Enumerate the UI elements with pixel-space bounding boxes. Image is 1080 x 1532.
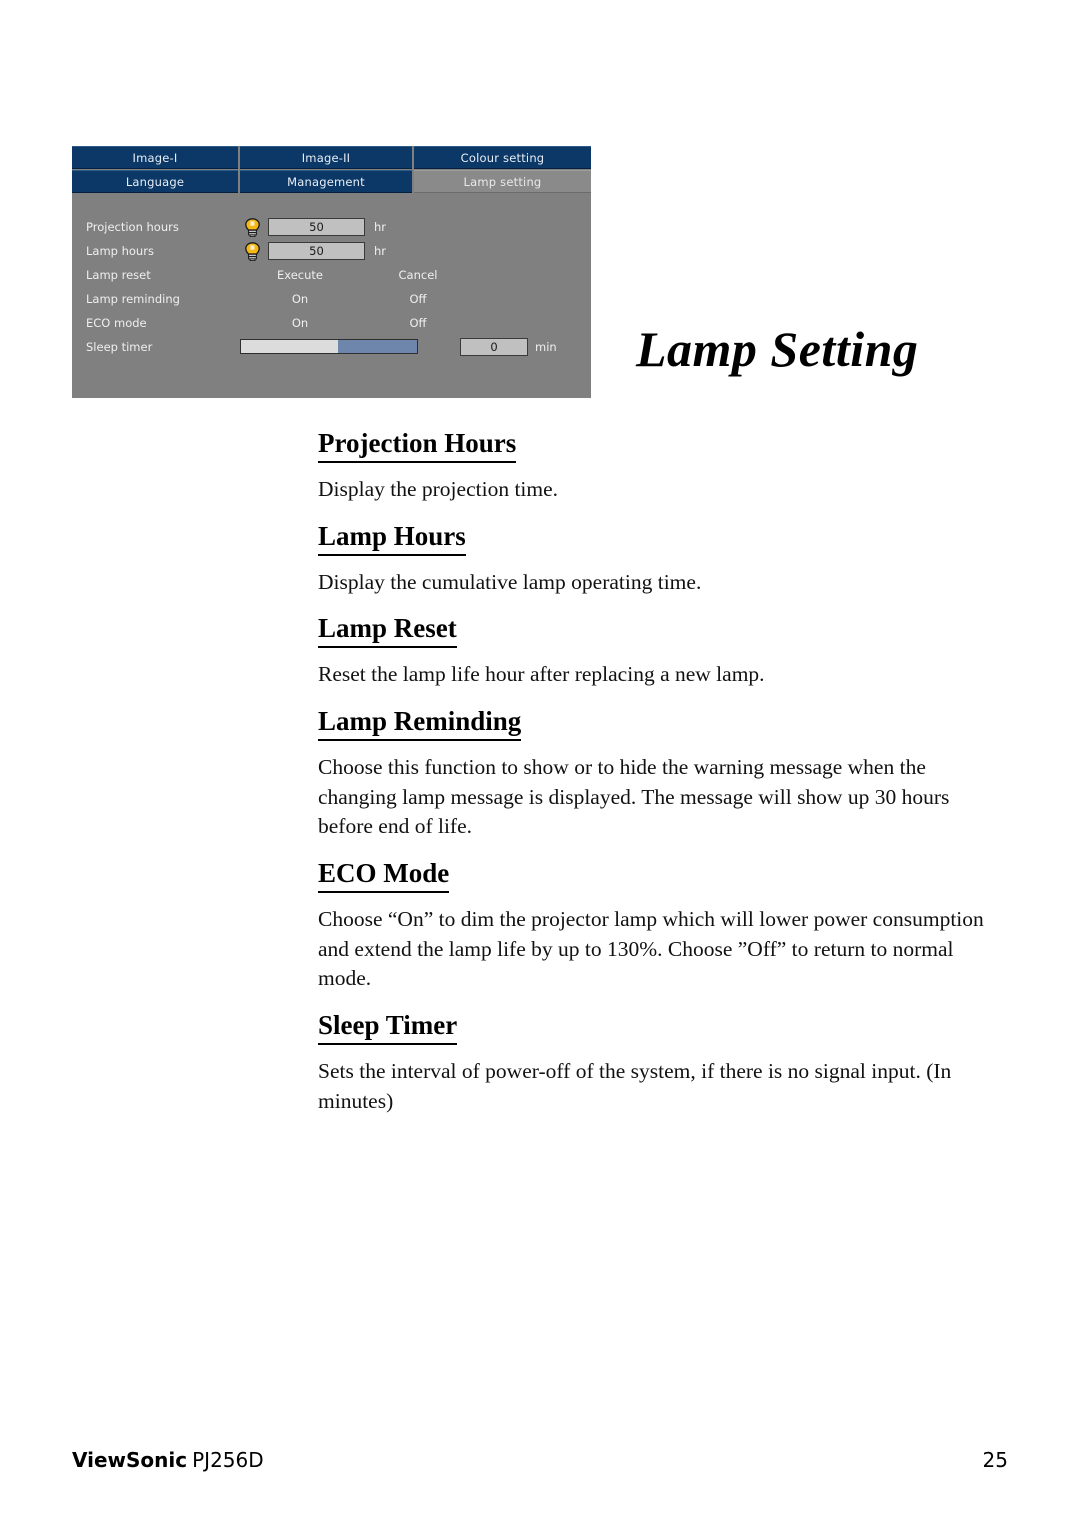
article-body: Projection Hours Display the projection … [318, 428, 1008, 1133]
osd-label-sleep-timer: Sleep timer [86, 340, 153, 354]
section-paragraph: Choose this function to show or to hide … [318, 755, 950, 839]
section-heading: ECO Mode [318, 858, 450, 894]
section-sleep-timer: Sleep Timer Sets the interval of power-o… [318, 1010, 1008, 1116]
osd-settings-panel: Projection hours 50 hr Lamp hours 50 hr … [72, 193, 591, 398]
section-projection-hours: Projection Hours Display the projection … [318, 428, 1008, 505]
tab-management[interactable]: Management [240, 170, 412, 193]
brand-name: ViewSonic [72, 1448, 188, 1472]
section-paragraph: Reset the lamp life hour after replacing… [318, 662, 765, 687]
osd-label-lamp-hours: Lamp hours [86, 244, 154, 258]
osd-label-lamp-reminding: Lamp reminding [86, 292, 180, 306]
osd-unit-lamp-hours: hr [374, 244, 387, 258]
lamp-bulb-icon [244, 242, 261, 262]
page-title: Lamp Setting [636, 321, 919, 377]
section-heading: Projection Hours [318, 428, 517, 464]
osd-menu-screenshot: Image-I Image-II Colour setting Language… [72, 146, 591, 398]
section-paragraph: Display the projection time. [318, 477, 559, 502]
osd-option-lamp-reminding-off[interactable]: Off [372, 287, 464, 311]
osd-option-eco-mode-off[interactable]: Off [372, 311, 464, 335]
osd-label-eco-mode: ECO mode [86, 316, 147, 330]
section-heading: Sleep Timer [318, 1010, 458, 1046]
section-lamp-hours: Lamp Hours Display the cumulative lamp o… [318, 521, 1008, 598]
osd-row-projection-hours: Projection hours 50 hr [72, 215, 591, 239]
osd-label-lamp-reset: Lamp reset [86, 268, 151, 282]
section-paragraph: Display the cumulative lamp operating ti… [318, 569, 702, 594]
page-number: 25 [982, 1448, 1008, 1472]
osd-row-eco-mode: ECO mode On Off [72, 311, 591, 335]
tab-lamp-setting[interactable]: Lamp setting [414, 170, 591, 193]
osd-row-lamp-hours: Lamp hours 50 hr [72, 239, 591, 263]
tab-image-i[interactable]: Image-I [72, 146, 238, 169]
osd-row-sleep-timer: Sleep timer 0 min [72, 335, 591, 359]
tab-language[interactable]: Language [72, 170, 238, 193]
lamp-bulb-icon [244, 218, 261, 238]
section-eco-mode: ECO Mode Choose “On” to dim the projecto… [318, 858, 1008, 994]
sleep-timer-slider[interactable] [240, 339, 418, 354]
osd-tab-row-2: Language Management Lamp setting [72, 170, 591, 193]
page-footer: ViewSonic PJ256D 25 [72, 1448, 1008, 1474]
osd-value-lamp-hours[interactable]: 50 [268, 242, 365, 260]
sleep-timer-slider-fill [337, 340, 417, 353]
footer-brand: ViewSonic PJ256D [72, 1448, 264, 1472]
section-paragraph: Choose “On” to dim the projector lamp wh… [318, 907, 984, 991]
osd-tab-bar: Image-I Image-II Colour setting Language… [72, 146, 591, 194]
section-heading: Lamp Reminding [318, 706, 522, 742]
osd-value-projection-hours[interactable]: 50 [268, 218, 365, 236]
section-lamp-reminding: Lamp Reminding Choose this function to s… [318, 706, 1008, 842]
section-paragraph: Sets the interval of power-off of the sy… [318, 1059, 952, 1113]
osd-option-cancel[interactable]: Cancel [372, 263, 464, 287]
osd-option-lamp-reminding-on[interactable]: On [244, 287, 356, 311]
osd-row-lamp-reset: Lamp reset Execute Cancel [72, 263, 591, 287]
section-heading: Lamp Hours [318, 521, 466, 556]
osd-unit-sleep-timer: min [535, 340, 557, 354]
osd-row-lamp-reminding: Lamp reminding On Off [72, 287, 591, 311]
osd-value-sleep-timer[interactable]: 0 [460, 338, 528, 356]
tab-colour-setting[interactable]: Colour setting [414, 146, 591, 169]
section-lamp-reset: Lamp Reset Reset the lamp life hour afte… [318, 613, 1008, 690]
section-heading: Lamp Reset [318, 613, 457, 649]
osd-label-projection-hours: Projection hours [86, 220, 179, 234]
osd-option-eco-mode-on[interactable]: On [244, 311, 356, 335]
osd-option-execute[interactable]: Execute [244, 263, 356, 287]
product-model: PJ256D [192, 1448, 264, 1472]
osd-unit-projection-hours: hr [374, 220, 387, 234]
osd-tab-row-1: Image-I Image-II Colour setting [72, 146, 591, 169]
tab-image-ii[interactable]: Image-II [240, 146, 412, 169]
